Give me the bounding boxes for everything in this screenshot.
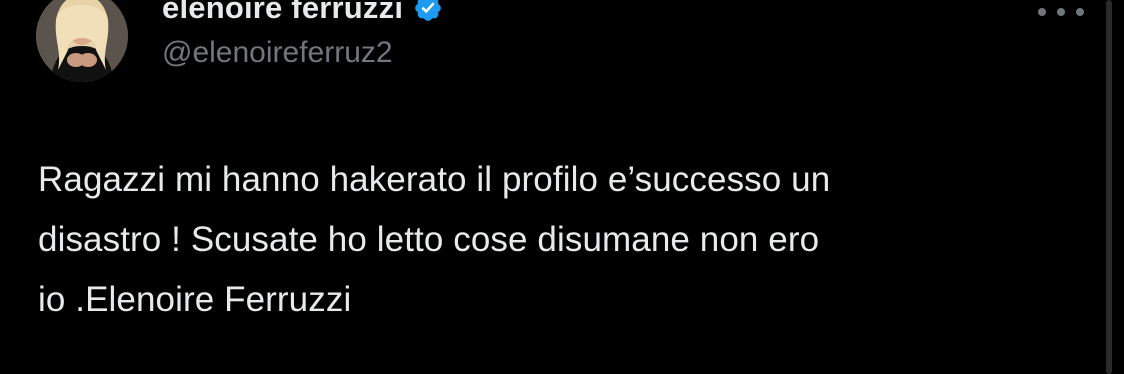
avatar-image [36,0,128,82]
more-horizontal-icon [1038,8,1046,16]
verified-badge-icon [415,0,441,21]
more-options-button[interactable] [1036,0,1086,24]
author-name-row: elenoire ferruzzi [162,0,443,28]
author-handle[interactable]: @elenoireferruz2 [162,36,393,70]
tweet-card: elenoire ferruzzi @elenoireferruz2 Ragaz… [0,0,1124,374]
tweet-text: Ragazzi mi hanno hakerato il profilo e’s… [38,160,831,319]
author-display-name[interactable]: elenoire ferruzzi [162,0,403,26]
scrollbar[interactable] [1106,0,1112,374]
avatar[interactable] [36,0,128,82]
